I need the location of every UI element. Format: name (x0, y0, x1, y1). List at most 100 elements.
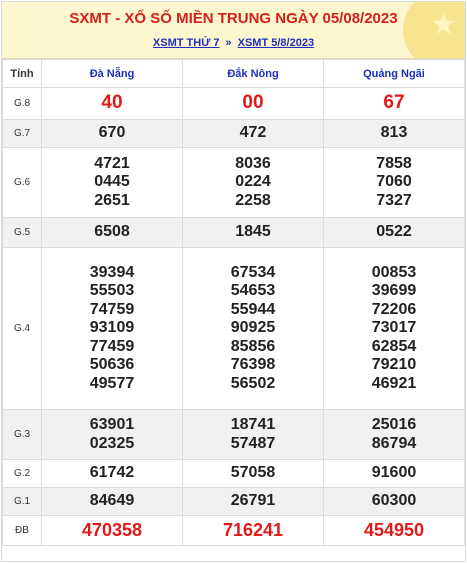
prize-label: G.7 (2, 119, 42, 148)
prize-cell: 57058 (182, 459, 324, 488)
prize-number: 57487 (230, 434, 276, 452)
prize-number: 25016 (371, 416, 417, 433)
prize-number: 77459 (89, 337, 135, 355)
prize-number: 716241 (222, 520, 284, 541)
prize-number: 6508 (94, 223, 130, 241)
prize-cell: 25016 86794 (323, 409, 465, 460)
prize-cell: 67 (323, 87, 465, 120)
prize-number: 470358 (81, 520, 143, 541)
prize-number: 73017 (371, 319, 417, 337)
prize-number: 7327 (376, 191, 412, 209)
prize-cell: 63901 02325 (41, 409, 183, 460)
breadcrumb: XSMT THỨ 7 » XSMT 5/8/2023 (2, 37, 465, 49)
table-header-row: Tỉnh Đà Nẵng Đắk Nông Quảng Ngãi (2, 59, 465, 88)
prize-cell: 61742 (41, 459, 183, 488)
prize-number: 85856 (230, 337, 276, 355)
prize-cell: 1845 (182, 217, 324, 248)
prize-label: G.3 (2, 409, 42, 460)
prize-cell: 00853 39699 72206 73017 62854 79210 46921 (323, 247, 465, 410)
results-header: ★ SXMT - XỔ SỐ MIỀN TRUNG NGÀY 05/08/202… (2, 2, 465, 59)
prize-number: 18741 (230, 416, 276, 433)
prize-number: 67534 (230, 263, 276, 281)
prize-cell: 39394 55503 74759 93109 77459 50636 49577 (41, 247, 183, 410)
column-header-province-label: Tỉnh (2, 59, 42, 88)
prize-row: G.7 670 472 813 (2, 119, 465, 148)
prize-label: G.2 (2, 459, 42, 488)
prize-cell: 67534 54653 55944 90925 85856 76398 56502 (182, 247, 324, 410)
prize-row: G.1 84649 26791 60300 (2, 487, 465, 516)
prize-number: 02325 (89, 434, 135, 452)
prize-number: 84649 (89, 492, 135, 510)
prize-number: 7060 (376, 173, 412, 191)
prize-number: 50636 (89, 356, 135, 374)
prize-cell: 470358 (41, 515, 183, 546)
prize-number: 46921 (371, 374, 417, 392)
prize-number: 54653 (230, 282, 276, 300)
prize-cell: 670 (41, 119, 183, 148)
prize-number: 39699 (371, 282, 417, 300)
prize-number: 2258 (235, 191, 271, 209)
prize-row: G.4 39394 55503 74759 93109 77459 50636 49577 67… (2, 247, 465, 410)
column-header-dak-nong[interactable]: Đắk Nông (182, 59, 324, 88)
prize-cell: 84649 (41, 487, 183, 516)
prize-number: 1845 (235, 223, 271, 241)
prize-number: 55944 (230, 300, 276, 318)
prize-number: 76398 (230, 356, 276, 374)
prize-cell: 813 (323, 119, 465, 148)
prize-number: 72206 (371, 300, 417, 318)
prize-number: 0224 (235, 173, 271, 191)
prize-label: G.6 (2, 147, 42, 218)
prize-number: 55503 (89, 282, 135, 300)
prize-label: ĐB (2, 515, 42, 546)
column-header-quang-ngai[interactable]: Quảng Ngãi (323, 59, 465, 88)
prize-row: G.3 63901 02325 18741 57487 25016 86794 (2, 409, 465, 460)
prize-cell: 454950 (323, 515, 465, 546)
prize-number: 26791 (230, 492, 276, 510)
prize-number: 8036 (235, 154, 271, 172)
prize-number: 86794 (371, 434, 417, 452)
prize-number: 670 (98, 124, 126, 142)
prize-label: G.8 (2, 87, 42, 120)
prize-cell: 40 (41, 87, 183, 120)
prize-number: 67 (383, 92, 405, 114)
prize-number: 60300 (371, 492, 417, 510)
prize-cell: 00 (182, 87, 324, 120)
prize-cell: 7858 7060 7327 (323, 147, 465, 218)
prize-row: G.6 4721 0445 2651 8036 0224 2258 7858 7060 7327 (2, 147, 465, 218)
prize-label: G.4 (2, 247, 42, 410)
prize-cell: 716241 (182, 515, 324, 546)
link-xsmt-thu-7[interactable]: XSMT THỨ 7 (153, 37, 220, 49)
prize-label: G.5 (2, 217, 42, 248)
prize-number: 93109 (89, 319, 135, 337)
breadcrumb-separator: » (225, 37, 232, 49)
prize-number: 472 (239, 124, 267, 142)
column-header-da-nang[interactable]: Đà Nẵng (41, 59, 183, 88)
prize-row: G.5 6508 1845 0522 (2, 217, 465, 248)
prize-number: 40 (101, 92, 123, 114)
prize-cell: 0522 (323, 217, 465, 248)
prize-cell: 472 (182, 119, 324, 148)
page-title: SXMT - XỔ SỐ MIỀN TRUNG NGÀY 05/08/2023 (69, 10, 398, 27)
prize-number: 00 (242, 92, 264, 114)
lottery-results-panel: ★ SXMT - XỔ SỐ MIỀN TRUNG NGÀY 05/08/202… (1, 1, 466, 562)
prize-cell: 26791 (182, 487, 324, 516)
prize-number: 63901 (89, 416, 135, 433)
prize-cell: 18741 57487 (182, 409, 324, 460)
prize-number: 7858 (376, 154, 412, 172)
prize-number: 74759 (89, 300, 135, 318)
prize-number: 0522 (376, 223, 412, 241)
prize-cell: 91600 (323, 459, 465, 488)
prize-number: 0445 (94, 173, 130, 191)
prize-number: 813 (380, 124, 408, 142)
results-table: Tỉnh Đà Nẵng Đắk Nông Quảng Ngãi G.8 40 00… (2, 59, 465, 546)
prize-cell: 4721 0445 2651 (41, 147, 183, 218)
prize-number: 61742 (89, 464, 135, 482)
prize-number: 57058 (230, 464, 276, 482)
prize-number: 00853 (371, 263, 417, 281)
prize-number: 454950 (363, 520, 425, 541)
link-xsmt-date[interactable]: XSMT 5/8/2023 (238, 37, 314, 49)
prize-number: 49577 (89, 374, 135, 392)
prize-number: 2651 (94, 191, 130, 209)
prize-number: 90925 (230, 319, 276, 337)
prize-number: 39394 (89, 263, 135, 281)
